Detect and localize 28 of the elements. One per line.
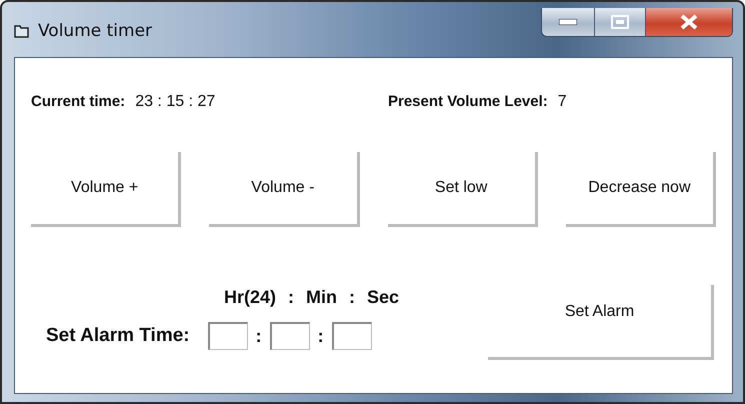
info-label: Current time: [31, 93, 126, 110]
window-title: Volume timer [38, 21, 152, 41]
set-alarm-button[interactable]: Set Alarm [488, 285, 714, 360]
alarm-label: Set Alarm Time: [46, 325, 190, 347]
separator: : [256, 326, 262, 346]
close-button[interactable] [645, 8, 732, 36]
column-heading: : [288, 287, 294, 308]
separator: : [318, 326, 324, 346]
action-button[interactable]: Set low [388, 152, 538, 227]
minimize-icon [559, 19, 577, 25]
column-heading: Min [306, 287, 338, 308]
info-label: Present Volume Level: [388, 93, 548, 110]
info-value: 23 : 15 : 27 [135, 93, 216, 111]
maximize-icon [611, 15, 629, 29]
close-icon [680, 14, 698, 30]
action-button[interactable]: Decrease now [566, 152, 716, 227]
maximize-button[interactable] [594, 8, 645, 36]
column-heading: : [349, 287, 356, 308]
minute-field[interactable] [270, 322, 310, 350]
action-button[interactable]: Volume - [209, 152, 360, 227]
hour-field[interactable] [208, 322, 248, 350]
minimize-button[interactable] [542, 8, 594, 36]
folder-icon [14, 23, 30, 39]
info-value: 7 [558, 93, 567, 111]
action-button[interactable]: Volume + [31, 152, 182, 227]
column-heading: Hr(24) [224, 287, 276, 308]
second-field[interactable] [332, 322, 372, 350]
column-heading: Sec [367, 287, 400, 308]
